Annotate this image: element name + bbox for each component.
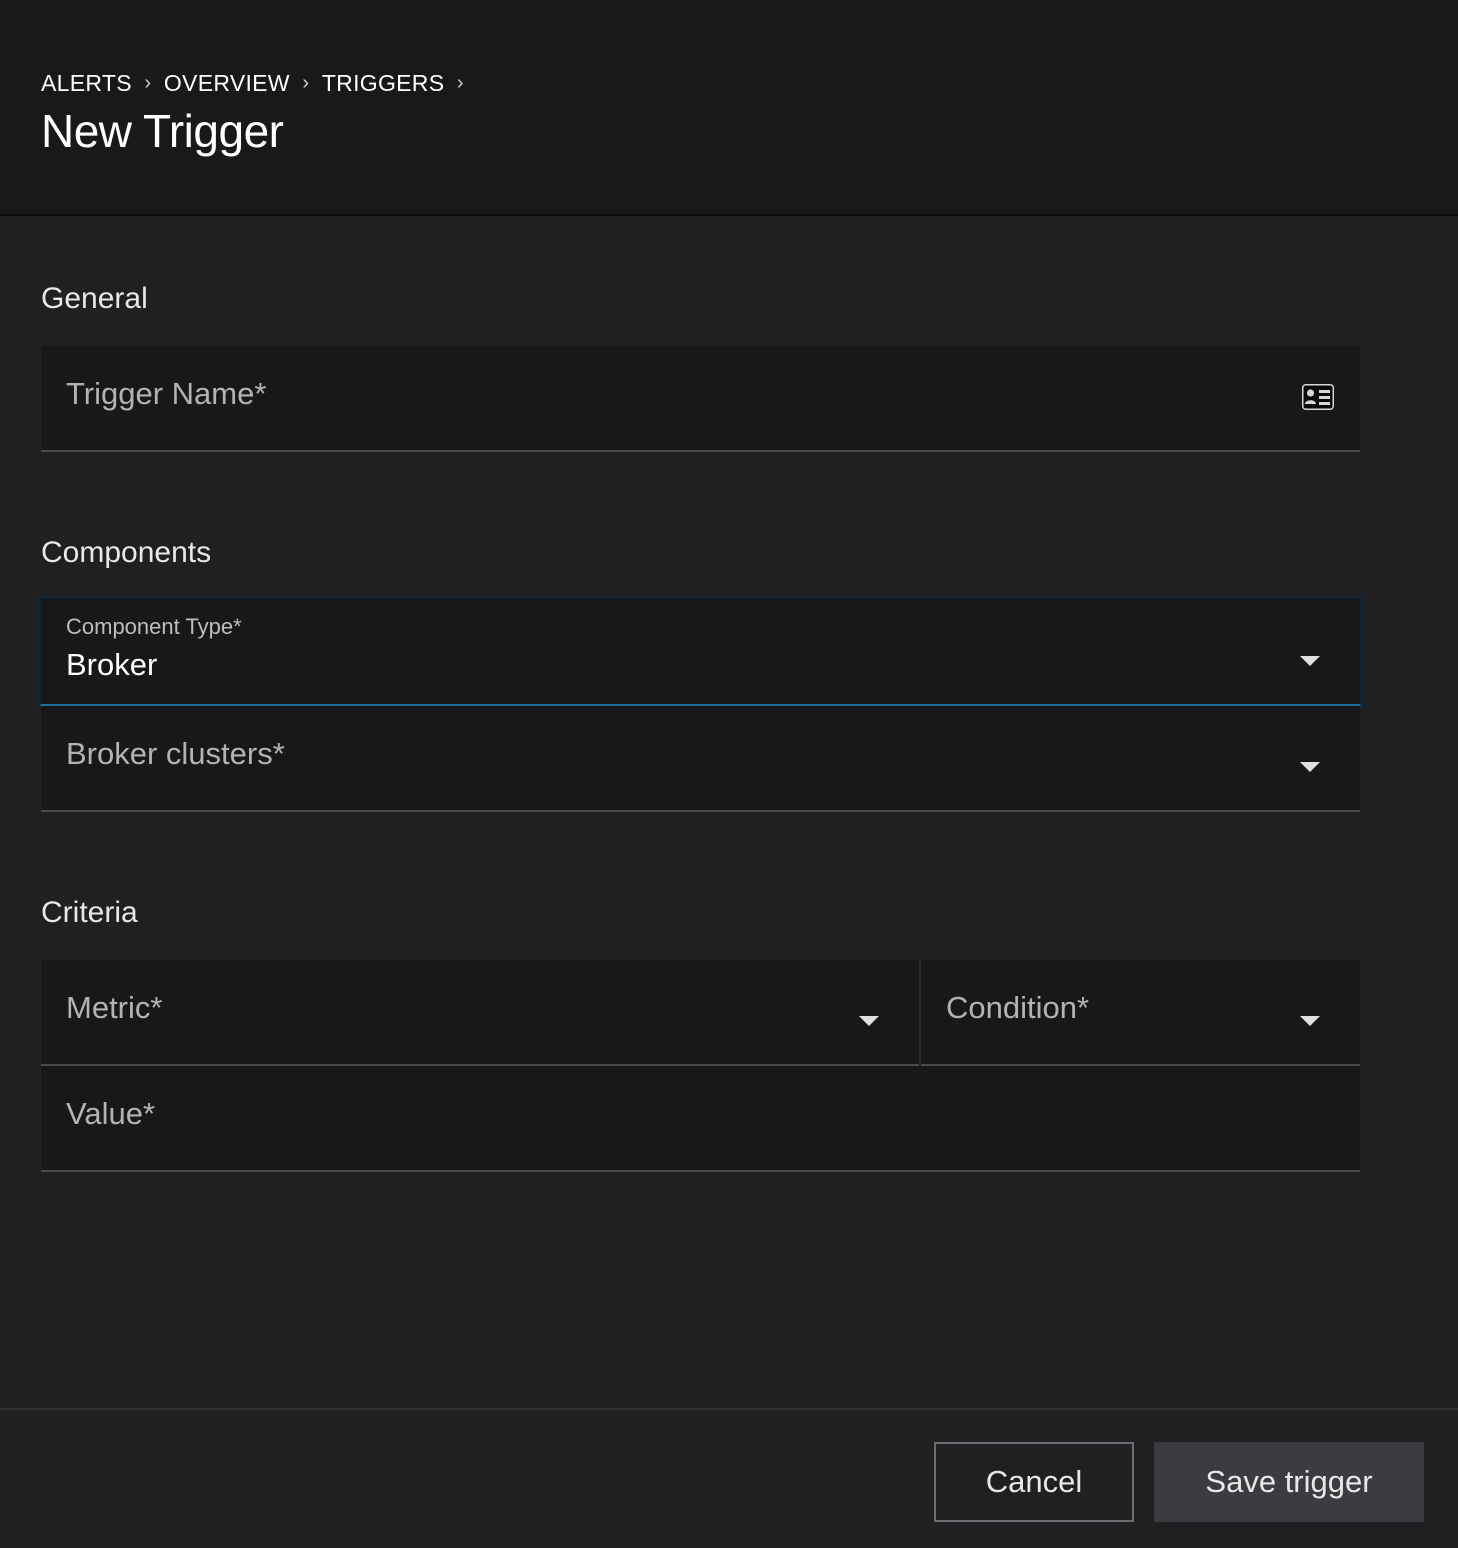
chevron-down-icon [1300,762,1320,772]
chevron-down-icon [1300,1016,1320,1026]
metric-select[interactable]: Metric* [41,960,919,1066]
trigger-name-placeholder: Trigger Name* [66,376,267,411]
metric-placeholder: Metric* [66,990,163,1025]
new-trigger-page: ALERTS › OVERVIEW › TRIGGERS › New Trigg… [0,0,1458,1548]
chevron-down-icon [1300,656,1320,666]
section-title-general: General [41,282,148,315]
trigger-name-field[interactable]: Trigger Name* [41,346,1360,452]
page-header: ALERTS › OVERVIEW › TRIGGERS › New Trigg… [0,0,1458,216]
component-type-select[interactable]: Component Type* Broker [40,598,1361,706]
page-title: New Trigger [41,105,284,157]
chevron-down-icon [859,1016,879,1026]
breadcrumb-chevron-icon: › [302,72,310,94]
contact-card-icon [1302,384,1334,410]
cancel-button[interactable]: Cancel [934,1442,1134,1522]
breadcrumb-overview[interactable]: OVERVIEW [164,70,290,97]
section-title-criteria: Criteria [41,896,138,929]
breadcrumb: ALERTS › OVERVIEW › TRIGGERS › [41,70,476,97]
condition-select[interactable]: Condition* [921,960,1360,1066]
broker-clusters-placeholder: Broker clusters* [66,736,285,771]
component-type-value: Broker [66,647,158,682]
value-field[interactable]: Value* [41,1066,1360,1172]
breadcrumb-alerts[interactable]: ALERTS [41,70,132,97]
breadcrumb-chevron-icon: › [456,72,464,94]
section-title-components: Components [41,536,212,569]
value-placeholder: Value* [66,1096,156,1131]
breadcrumb-triggers[interactable]: TRIGGERS [322,70,445,97]
broker-clusters-select[interactable]: Broker clusters* [41,706,1360,812]
save-trigger-button[interactable]: Save trigger [1154,1442,1424,1522]
breadcrumb-chevron-icon: › [144,72,152,94]
component-type-label: Component Type* [66,614,242,639]
condition-placeholder: Condition* [946,990,1090,1025]
footer-divider [0,1408,1458,1410]
